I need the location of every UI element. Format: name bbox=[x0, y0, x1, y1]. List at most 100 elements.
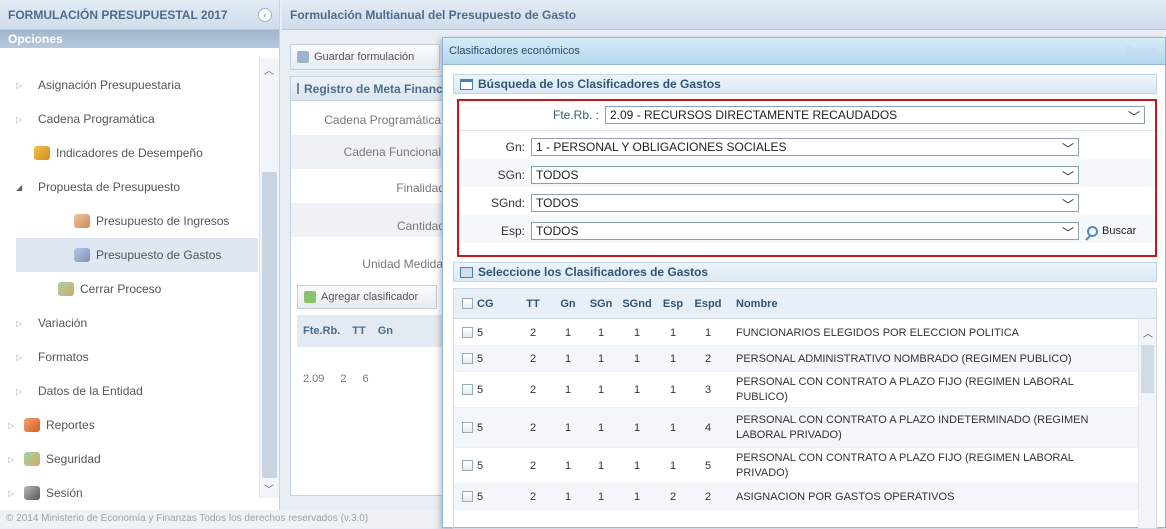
modal-title-bar: Clasificadores económicos Buscar bbox=[443, 38, 1165, 65]
menu-item-label: Cerrar Proceso bbox=[80, 282, 162, 296]
table-row[interactable]: 5 2 1 1 1 2 2 ASIGNACION POR GASTOS OPER… bbox=[454, 484, 1138, 510]
cell-tt: 2 bbox=[529, 326, 537, 339]
cell-espd: 2 bbox=[704, 490, 712, 503]
menu-item-cadena-programatica[interactable]: ▷ Cadena Programática bbox=[16, 102, 258, 136]
menu-item-presupuesto-ingresos[interactable]: Presupuesto de Ingresos bbox=[16, 204, 258, 238]
grid-header-cg: CG bbox=[462, 298, 502, 310]
cell-nombre: ASIGNACION POR GASTOS OPERATIVOS bbox=[736, 490, 955, 503]
table-row[interactable]: 5 2 1 1 1 1 5 PERSONAL CON CONTRATO A PL… bbox=[454, 448, 1138, 484]
scroll-down-icon[interactable]: ﹀ bbox=[264, 481, 274, 496]
mini-grid-cell: 6 bbox=[362, 373, 369, 385]
cell-nombre: PERSONAL CON CONTRATO A PLAZO INDETERMIN… bbox=[736, 413, 1089, 441]
search-button[interactable]: Buscar bbox=[1087, 225, 1136, 237]
cell-sgn: 1 bbox=[597, 490, 605, 503]
grid-section-header: Seleccione los Clasificadores de Gastos bbox=[453, 262, 1157, 282]
row-checkbox[interactable] bbox=[462, 491, 473, 503]
meta-row-label: Unidad Medida bbox=[362, 257, 443, 271]
session-icon bbox=[24, 486, 40, 500]
cell-sgnd: 1 bbox=[633, 326, 641, 339]
add-classifier-button[interactable]: Agregar clasificador bbox=[297, 285, 437, 309]
modal-ghost-label: Buscar bbox=[1125, 45, 1157, 56]
grid-header-cg-label: CG bbox=[477, 297, 494, 310]
row-checkbox[interactable] bbox=[462, 327, 473, 339]
grid-header-espd[interactable]: Espd bbox=[690, 298, 726, 310]
expense-icon bbox=[74, 248, 90, 262]
esp-label: Esp: bbox=[500, 224, 525, 238]
modal-title: Clasificadores económicos bbox=[449, 45, 580, 57]
menu-item-seguridad[interactable]: ▷ Seguridad bbox=[0, 442, 242, 476]
mini-grid-col: TT bbox=[352, 325, 366, 337]
cell-esp: 1 bbox=[669, 459, 677, 472]
cell-sgnd: 1 bbox=[633, 352, 641, 365]
indicator-icon bbox=[34, 146, 50, 160]
main-title: Formulación Multianual del Presupuesto d… bbox=[282, 0, 1166, 30]
esp-row: Esp: TODOS ﹀ bbox=[459, 222, 1079, 240]
scroll-up-icon[interactable]: ︿ bbox=[1143, 325, 1153, 340]
gn-value: 1 - PERSONAL Y OBLIGACIONES SOCIALES bbox=[536, 140, 787, 154]
left-panel-header: FORMULACIÓN PRESUPUESTAL 2017 ‹ bbox=[0, 0, 279, 30]
menu-item-label: Presupuesto de Ingresos bbox=[96, 214, 230, 228]
expand-arrow-icon: ▷ bbox=[8, 420, 15, 430]
save-icon bbox=[297, 51, 309, 63]
grid-header-esp[interactable]: Esp bbox=[658, 298, 688, 310]
table-row[interactable]: 5 2 1 1 1 1 1 FUNCIONARIOS ELEGIDOS POR … bbox=[454, 320, 1138, 346]
menu-item-label: Indicadores de Desempeño bbox=[56, 146, 203, 160]
search-filters-box: Fte.Rb. : 2.09 - RECURSOS DIRECTAMENTE R… bbox=[457, 99, 1157, 257]
menu-item-presupuesto-gastos[interactable]: Presupuesto de Gastos bbox=[16, 238, 258, 272]
fterb-value: 2.09 - RECURSOS DIRECTAMENTE RECAUDADOS bbox=[610, 108, 898, 122]
select-all-checkbox[interactable] bbox=[462, 298, 473, 310]
table-row[interactable]: 5 2 1 1 1 1 2 PERSONAL ADMINISTRATIVO NO… bbox=[454, 346, 1138, 372]
menu-scrollbar[interactable]: ︿ ﹀ bbox=[259, 58, 279, 498]
esp-select[interactable]: TODOS ﹀ bbox=[531, 222, 1079, 240]
search-section-header: Búsqueda de los Clasificadores de Gastos bbox=[453, 74, 1157, 94]
gn-row: Gn: 1 - PERSONAL Y OBLIGACIONES SOCIALES… bbox=[459, 138, 1079, 156]
menu-item-asignacion[interactable]: ▷ Asignación Presupuestaria bbox=[16, 68, 258, 102]
table-row[interactable]: 5 2 1 1 1 1 4 PERSONAL CON CONTRATO A PL… bbox=[454, 408, 1138, 448]
options-bar: Opciones bbox=[0, 30, 279, 48]
scroll-up-icon[interactable]: ︿ bbox=[264, 62, 274, 77]
security-icon bbox=[24, 452, 40, 466]
cell-sgn: 1 bbox=[597, 326, 605, 339]
menu-item-variacion[interactable]: ▷ Variación bbox=[16, 306, 258, 340]
gn-select[interactable]: 1 - PERSONAL Y OBLIGACIONES SOCIALES ﹀ bbox=[531, 138, 1079, 156]
menu-item-datos-entidad[interactable]: ▷ Datos de la Entidad bbox=[16, 374, 258, 408]
expand-arrow-icon: ▷ bbox=[16, 352, 23, 362]
collapse-panel-icon[interactable]: ‹ bbox=[258, 8, 272, 22]
menu-item-propuesta[interactable]: ◢ Propuesta de Presupuesto bbox=[16, 170, 258, 204]
cell-sgnd: 1 bbox=[633, 421, 641, 434]
grid-header-tt[interactable]: TT bbox=[518, 298, 548, 310]
scroll-thumb[interactable] bbox=[262, 172, 277, 478]
row-checkbox[interactable] bbox=[462, 422, 473, 434]
grid-header-row: CG TT Gn SGn SGnd Esp Espd Nombre bbox=[454, 289, 1156, 319]
meta-panel: Registro de Meta Financiera Cadena Progr… bbox=[290, 76, 451, 496]
fterb-select[interactable]: 2.09 - RECURSOS DIRECTAMENTE RECAUDADOS … bbox=[605, 106, 1145, 124]
table-row[interactable]: 5 2 1 1 1 1 3 PERSONAL CON CONTRATO A PL… bbox=[454, 372, 1138, 408]
menu-item-label: Seguridad bbox=[46, 452, 101, 466]
cell-espd: 4 bbox=[704, 421, 712, 434]
classifiers-grid: CG TT Gn SGn SGnd Esp Espd Nombre 5 2 1 … bbox=[453, 288, 1157, 529]
row-checkbox[interactable] bbox=[462, 384, 473, 396]
add-icon bbox=[304, 291, 316, 303]
menu-item-sesion[interactable]: ▷ Sesión bbox=[0, 476, 242, 510]
grid-header-nombre[interactable]: Nombre bbox=[736, 298, 778, 310]
menu-item-reportes[interactable]: ▷ Reportes bbox=[0, 408, 242, 442]
row-checkbox[interactable] bbox=[462, 460, 473, 472]
grid-header-sgnd[interactable]: SGnd bbox=[618, 298, 656, 310]
grid-header-sgn[interactable]: SGn bbox=[586, 298, 616, 310]
row-checkbox[interactable] bbox=[462, 353, 473, 365]
cell-tt: 2 bbox=[529, 490, 537, 503]
menu-item-cerrar-proceso[interactable]: Cerrar Proceso bbox=[16, 272, 258, 306]
grid-header-gn[interactable]: Gn bbox=[556, 298, 580, 310]
cg-value: 5 bbox=[477, 326, 484, 339]
cell-gn: 1 bbox=[564, 459, 572, 472]
sgn-select[interactable]: TODOS ﹀ bbox=[531, 166, 1079, 184]
cg-value: 5 bbox=[477, 490, 484, 503]
grid-scrollbar[interactable]: ︿ bbox=[1138, 319, 1156, 528]
mini-grid-row[interactable]: 2.09 2 6 bbox=[297, 373, 447, 385]
menu-item-formatos[interactable]: ▷ Formatos bbox=[16, 340, 258, 374]
sgnd-select[interactable]: TODOS ﹀ bbox=[531, 194, 1079, 212]
fterb-row: Fte.Rb. : 2.09 - RECURSOS DIRECTAMENTE R… bbox=[459, 106, 1145, 124]
scroll-thumb[interactable] bbox=[1141, 345, 1154, 393]
menu-item-indicadores[interactable]: Indicadores de Desempeño bbox=[16, 136, 258, 170]
save-formulation-button[interactable]: Guardar formulación bbox=[290, 44, 440, 70]
